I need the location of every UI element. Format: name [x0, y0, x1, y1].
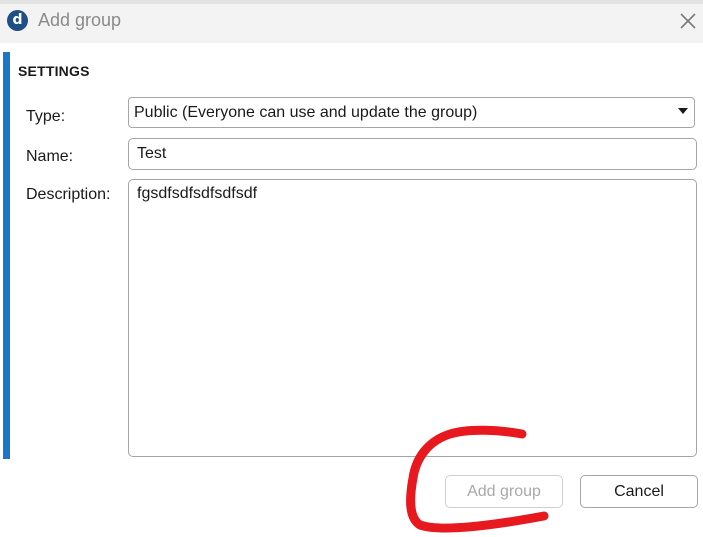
window-title: Add group: [38, 10, 122, 30]
type-select[interactable]: Public (Everyone can use and update the …: [128, 97, 695, 128]
section-heading: SETTINGS: [18, 63, 90, 79]
add-group-button[interactable]: Add group: [445, 475, 563, 508]
name-field-value: Test: [137, 145, 167, 162]
section-accent-bar: [3, 52, 10, 459]
chevron-down-icon[interactable]: [678, 108, 688, 114]
close-icon[interactable]: [677, 10, 699, 32]
type-label: Type:: [26, 108, 66, 125]
description-field-value: fgsdfsdfsdfsdfsdf: [137, 185, 258, 202]
description-label: Description:: [26, 186, 111, 203]
cancel-button[interactable]: Cancel: [580, 475, 698, 508]
add-group-dialog: d Add group SETTINGS Type: Public (Every…: [0, 0, 703, 537]
type-select-value: Public (Everyone can use and update the …: [134, 104, 478, 121]
name-label: Name:: [26, 148, 74, 165]
name-field[interactable]: Test: [128, 138, 697, 170]
app-logo-icon: d: [7, 10, 28, 31]
title-bar: d Add group: [0, 0, 703, 43]
description-field[interactable]: fgsdfsdfsdfsdfsdf: [128, 179, 697, 457]
title-bar-top-strip: [0, 0, 703, 4]
